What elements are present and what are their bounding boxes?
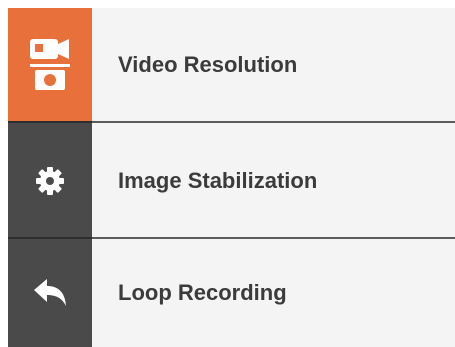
- menu-item-label: Image Stabilization: [118, 167, 318, 193]
- label-cell: Image Stabilization: [92, 123, 455, 238]
- label-cell: Loop Recording: [92, 239, 455, 347]
- menu-item-video-resolution[interactable]: Video Resolution: [8, 8, 455, 122]
- icon-cell: [8, 123, 92, 238]
- icon-cell: [8, 8, 92, 122]
- camera-icon: [27, 37, 73, 93]
- gear-icon: [35, 166, 65, 196]
- back-arrow-icon: [32, 278, 68, 308]
- icon-cell: [8, 239, 92, 347]
- label-cell: Video Resolution: [92, 8, 455, 122]
- menu-item-label: Video Resolution: [118, 52, 298, 77]
- menu-item-label: Loop Recording: [118, 280, 287, 305]
- menu-item-loop-recording[interactable]: Loop Recording: [8, 239, 455, 347]
- menu-item-image-stabilization[interactable]: Image Stabilization: [8, 123, 455, 238]
- settings-menu: Video Resolution Image Stabilization Loo…: [8, 8, 455, 347]
